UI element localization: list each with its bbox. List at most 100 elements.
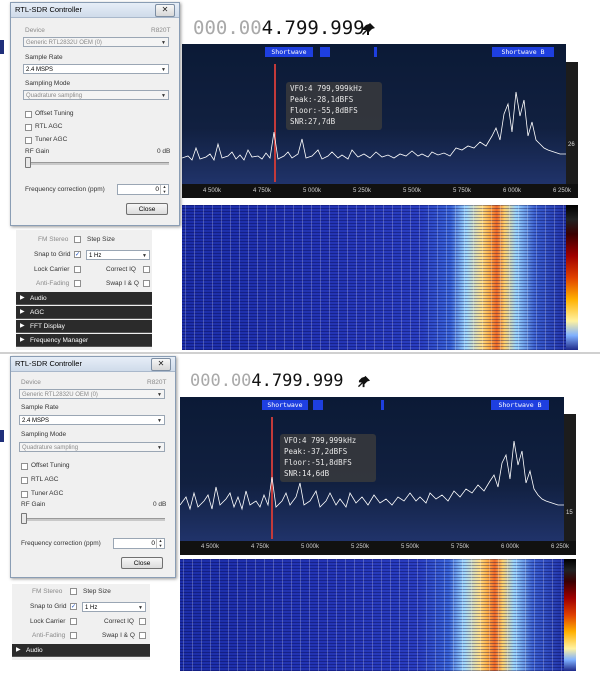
section-audio[interactable]: ▶ Audio bbox=[16, 292, 152, 305]
section-audio-label: Audio bbox=[26, 647, 43, 654]
swap-iq-label: Swap I & Q bbox=[106, 280, 139, 287]
tick-label: 4 750k bbox=[253, 188, 272, 194]
offset-tuning-checkbox[interactable] bbox=[21, 463, 28, 470]
rf-gain-slider-thumb[interactable] bbox=[21, 513, 27, 524]
sampling-mode-dropdown[interactable]: Quadrature sampling ▼ bbox=[19, 442, 165, 452]
step-size-dropdown[interactable]: 1 Hz ▼ bbox=[86, 250, 150, 260]
close-icon[interactable]: ✕ bbox=[151, 358, 171, 371]
spinner-arrows-icon[interactable]: ▲ ▼ bbox=[160, 184, 168, 194]
correct-iq-checkbox[interactable] bbox=[143, 266, 150, 273]
waterfall-view[interactable] bbox=[182, 205, 566, 350]
section-agc[interactable]: ▶ AGC bbox=[16, 306, 152, 319]
freq-correction-value: 0 bbox=[155, 186, 159, 193]
controller-title: RTL-SDR Controller bbox=[15, 5, 82, 14]
signal-readout: VFO:4 799,999kHz Peak:-37,2dBFS Floor:-5… bbox=[280, 434, 376, 482]
rf-gain-value: 0 dB bbox=[153, 501, 167, 508]
rf-gain-label: RF Gain bbox=[21, 501, 46, 508]
spinner-arrows-icon[interactable]: ▲ ▼ bbox=[156, 538, 164, 548]
rf-gain-value: 0 dB bbox=[157, 148, 171, 155]
snap-to-grid-checkbox[interactable]: ✓ bbox=[74, 251, 81, 258]
controller-titlebar[interactable]: RTL-SDR Controller ✕ bbox=[11, 3, 179, 18]
tick-label: 4 500k bbox=[203, 188, 222, 194]
rtl-agc-label: RTL AGC bbox=[31, 476, 59, 483]
section-agc-label: AGC bbox=[30, 309, 45, 316]
waterfall-view[interactable] bbox=[180, 559, 564, 671]
rtl-agc-checkbox[interactable] bbox=[21, 477, 28, 484]
pin-icon[interactable] bbox=[358, 375, 371, 388]
sampling-mode-label: Sampling Mode bbox=[21, 431, 67, 438]
close-button[interactable]: Close bbox=[126, 203, 168, 215]
sample-rate-value: 2.4 MSPS bbox=[26, 67, 54, 73]
close-button[interactable]: Close bbox=[121, 557, 163, 569]
step-size-value: 1 Hz bbox=[89, 253, 102, 259]
anti-fading-label: Anti-Fading bbox=[36, 280, 70, 287]
lock-carrier-label: Lock Carrier bbox=[34, 266, 70, 273]
frequency-display[interactable]: 000.004.799.999 bbox=[190, 371, 344, 391]
controller-titlebar[interactable]: RTL-SDR Controller ✕ bbox=[11, 357, 175, 372]
correct-iq-checkbox[interactable] bbox=[139, 618, 146, 625]
device-dropdown[interactable]: Generic RTL2832U OEM (0) ▼ bbox=[19, 389, 165, 399]
readout-vfo: VFO:4 799,999kHz bbox=[290, 84, 363, 93]
waterfall-color-bar bbox=[564, 559, 576, 671]
pin-icon[interactable] bbox=[362, 22, 376, 36]
device-value: Generic RTL2832U OEM (0) bbox=[26, 40, 102, 46]
freq-correction-spinner[interactable]: 0 ▲ ▼ bbox=[117, 184, 169, 195]
sampling-mode-value: Quadrature sampling bbox=[26, 93, 83, 99]
bottom-screenshot: 000.004.799.999 Shortwave Shortwave B VF… bbox=[0, 354, 600, 674]
rf-gain-slider-thumb[interactable] bbox=[25, 157, 31, 168]
snap-to-grid-checkbox[interactable]: ✓ bbox=[70, 603, 77, 610]
chevron-down-icon: ▼ bbox=[138, 605, 143, 611]
spectrum-level-value: 15 bbox=[566, 510, 573, 516]
tuner-agc-checkbox[interactable] bbox=[25, 137, 32, 144]
readout-floor: Floor:-51,8dBFS bbox=[284, 458, 352, 467]
tick-label: 4 750k bbox=[251, 544, 270, 550]
lock-carrier-checkbox[interactable] bbox=[74, 266, 81, 273]
lock-carrier-checkbox[interactable] bbox=[70, 618, 77, 625]
section-fft-display[interactable]: ▶ FFT Display bbox=[16, 320, 152, 333]
expand-triangle-icon: ▶ bbox=[20, 323, 25, 329]
tuner-label: R820T bbox=[147, 379, 167, 386]
tick-label: 5 000k bbox=[301, 544, 320, 550]
fm-stereo-checkbox[interactable] bbox=[70, 588, 77, 595]
anti-fading-checkbox[interactable] bbox=[74, 280, 81, 287]
fm-stereo-label: FM Stereo bbox=[32, 588, 63, 595]
readout-vfo: VFO:4 799,999kHz bbox=[284, 436, 357, 445]
freq-correction-spinner[interactable]: 0 ▲ ▼ bbox=[113, 538, 165, 549]
readout-peak: Peak:-37,2dBFS bbox=[284, 447, 348, 456]
device-dropdown[interactable]: Generic RTL2832U OEM (0) ▼ bbox=[23, 37, 169, 47]
sample-rate-dropdown[interactable]: 2.4 MSPS ▼ bbox=[23, 64, 169, 74]
expand-triangle-icon: ▶ bbox=[20, 295, 25, 301]
section-frequency-manager[interactable]: ▶ Frequency Manager bbox=[16, 334, 152, 347]
rtl-agc-checkbox[interactable] bbox=[25, 124, 32, 131]
spectrum-level-bar: 26 bbox=[566, 62, 578, 184]
offset-tuning-checkbox[interactable] bbox=[25, 111, 32, 118]
sample-rate-dropdown[interactable]: 2.4 MSPS ▼ bbox=[19, 415, 165, 425]
rf-gain-slider[interactable] bbox=[25, 162, 169, 165]
tuner-agc-checkbox[interactable] bbox=[21, 491, 28, 498]
sampling-mode-value: Quadrature sampling bbox=[22, 445, 79, 451]
section-audio[interactable]: ▶ Audio bbox=[12, 644, 150, 657]
sampling-mode-label: Sampling Mode bbox=[25, 80, 71, 87]
fm-stereo-checkbox[interactable] bbox=[74, 236, 81, 243]
swap-iq-label: Swap I & Q bbox=[102, 632, 135, 639]
sampling-mode-dropdown[interactable]: Quadrature sampling ▼ bbox=[23, 90, 169, 100]
section-freqman-label: Frequency Manager bbox=[30, 337, 89, 344]
frequency-axis: 4 500k 4 750k 5 000k 5 250k 5 500k 5 750… bbox=[182, 184, 578, 198]
spectrum-view[interactable]: Shortwave Shortwave B VFO:4 799,999kHz P… bbox=[180, 397, 564, 541]
frequency-display[interactable]: 000.004.799.999 bbox=[193, 17, 365, 39]
section-fft-label: FFT Display bbox=[30, 323, 65, 330]
offset-tuning-label: Offset Tuning bbox=[31, 462, 70, 469]
close-icon[interactable]: ✕ bbox=[155, 4, 175, 17]
freq-correction-label: Frequency correction (ppm) bbox=[21, 540, 101, 547]
spectrum-view[interactable]: Shortwave Shortwave B VFO:4 799,999kHz P… bbox=[182, 44, 566, 184]
step-size-label: Step Size bbox=[87, 236, 115, 243]
swap-iq-checkbox[interactable] bbox=[139, 632, 146, 639]
swap-iq-checkbox[interactable] bbox=[143, 280, 150, 287]
rf-gain-slider[interactable] bbox=[21, 518, 165, 521]
step-size-dropdown[interactable]: 1 Hz ▼ bbox=[82, 602, 146, 612]
frequency-active-digits: 4.799.999 bbox=[251, 371, 344, 391]
correct-iq-label: Correct IQ bbox=[104, 618, 134, 625]
tuner-label: R820T bbox=[151, 27, 171, 34]
tuner-agc-label: Tuner AGC bbox=[35, 136, 68, 143]
anti-fading-checkbox[interactable] bbox=[70, 632, 77, 639]
